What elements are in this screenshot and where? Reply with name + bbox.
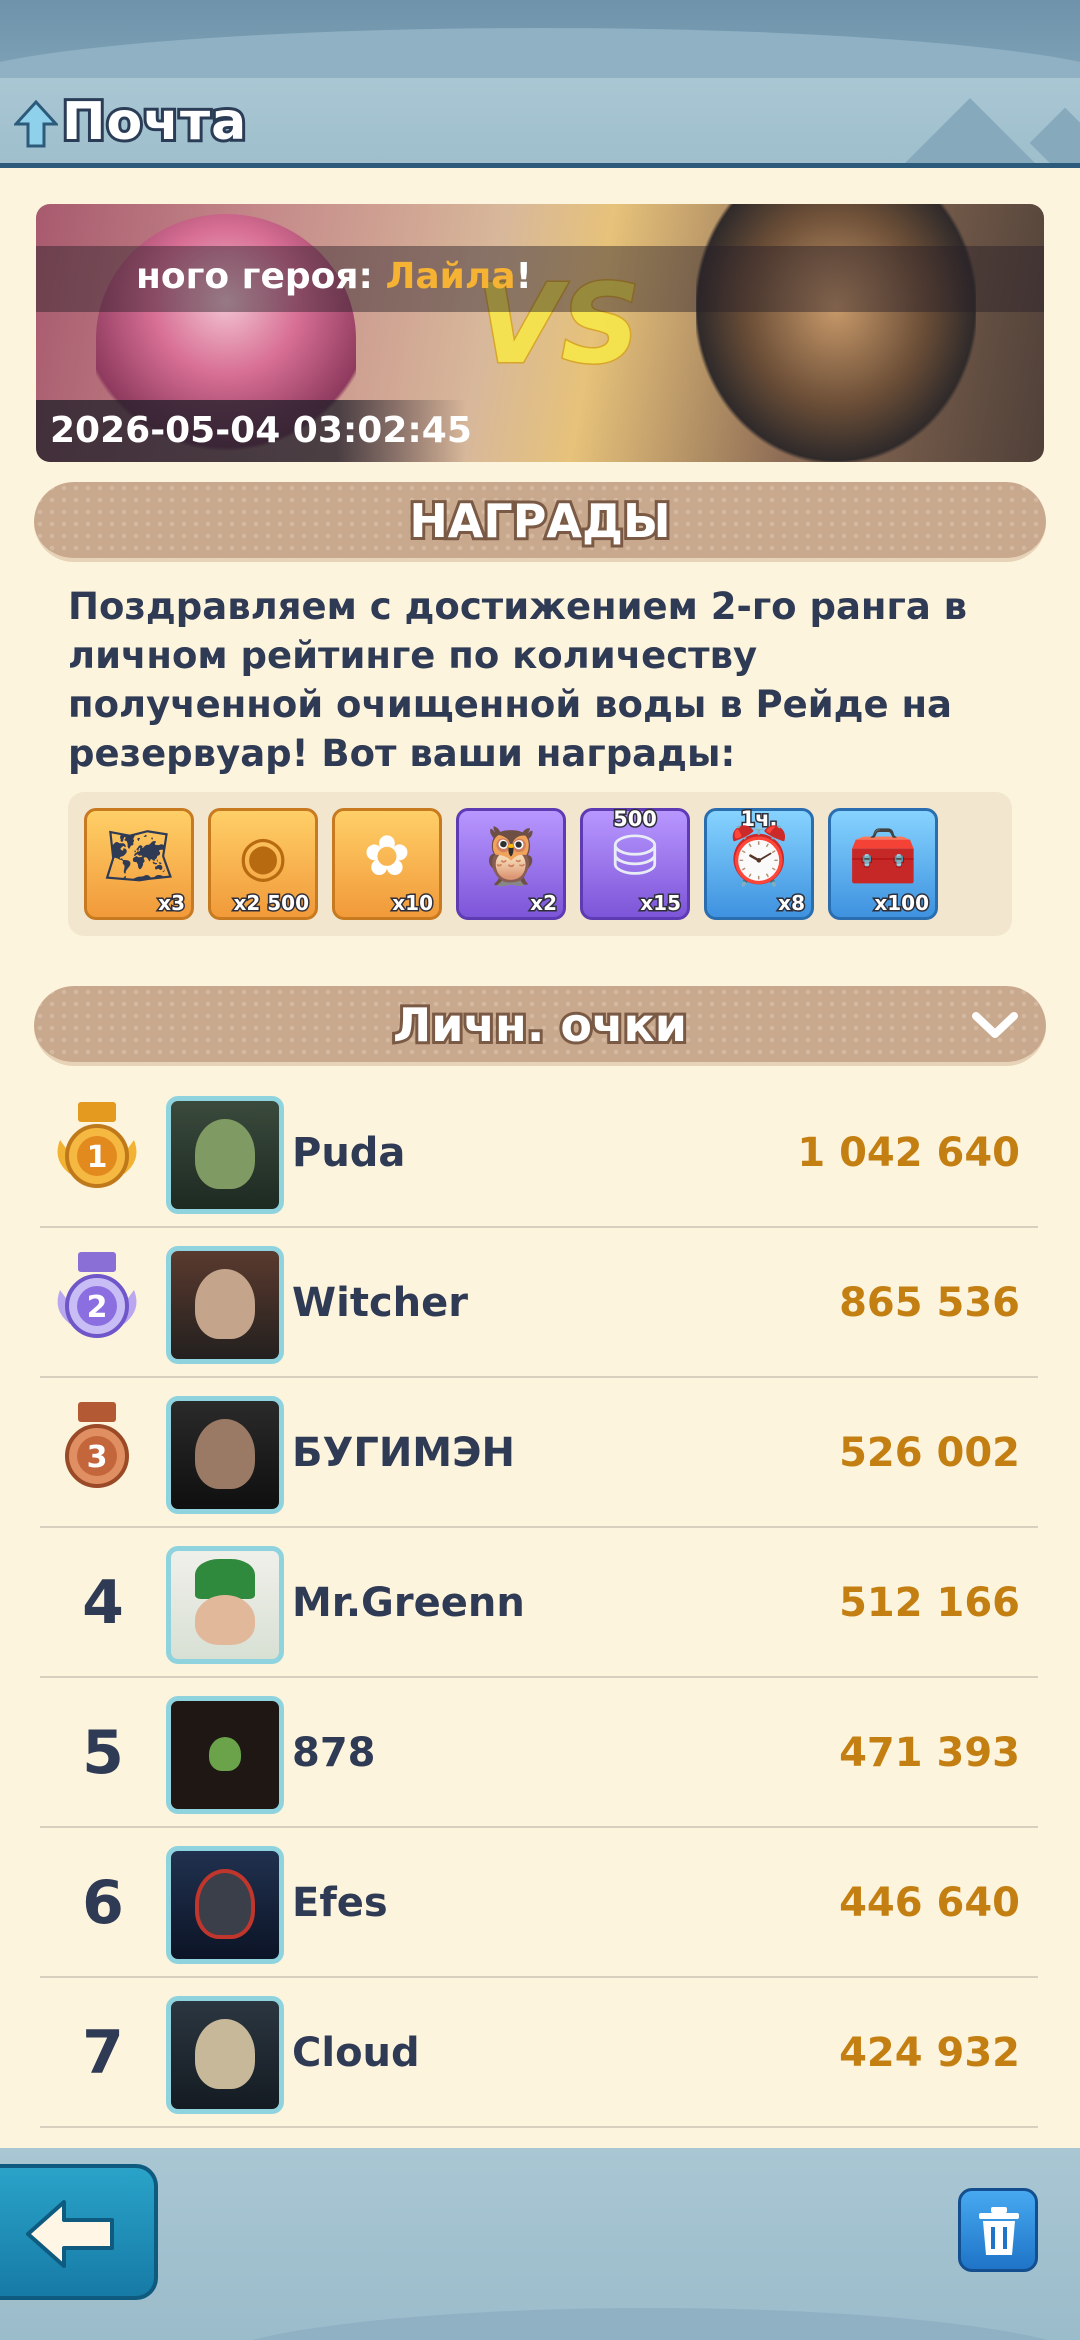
leaderboard-section-title: Личн. очки [390, 995, 690, 1055]
gear-token-icon: ✿ [363, 824, 411, 889]
reward-qty: x15 [639, 890, 683, 917]
avatar [166, 1096, 284, 1214]
player-name: 878 [292, 1730, 376, 1776]
avatar [166, 1246, 284, 1364]
avatar [166, 1396, 284, 1514]
reward-item-map-scroll[interactable]: 🗺 x3 [84, 808, 194, 920]
rank-number: 7 [82, 2018, 124, 2088]
player-score: 512 166 [839, 1580, 1020, 1626]
reward-item-silver-coins[interactable]: 500 ⛁ x15 [580, 806, 690, 920]
mail-header: Почта [0, 78, 1080, 168]
back-arrow-icon [26, 2200, 114, 2268]
reward-item-speedup-clock[interactable]: 1ч. ⏰ x8 [704, 806, 814, 920]
reward-qty: x3 [157, 890, 187, 917]
silver-coins-icon: ⛁ [611, 824, 659, 889]
svg-text:3: 3 [87, 1440, 108, 1475]
player-score: 526 002 [839, 1430, 1020, 1476]
player-name: Puda [292, 1130, 406, 1176]
reward-qty: x10 [391, 890, 435, 917]
avatar [166, 1546, 284, 1664]
leaderboard-row[interactable]: 1 Puda 1 042 640 [40, 1078, 1038, 1228]
leaderboard-row[interactable]: 6 Efes 446 640 [40, 1828, 1038, 1978]
leaderboard-row[interactable]: 7 Cloud 424 932 [40, 1978, 1038, 2128]
reward-qty: x2 [529, 890, 559, 917]
avatar [166, 1846, 284, 1964]
reward-item-gear-token[interactable]: ✿ x10 [332, 808, 442, 920]
map-scroll-icon: 🗺 [103, 824, 175, 889]
gold-medal-icon: 1 [57, 1102, 137, 1188]
reward-qty: x8 [777, 890, 807, 917]
svg-text:2: 2 [87, 1290, 108, 1325]
svg-text:1: 1 [87, 1140, 108, 1175]
player-score: 865 536 [839, 1280, 1020, 1326]
player-score: 446 640 [839, 1880, 1020, 1926]
player-name: Cloud [292, 2030, 420, 2076]
leaderboard-row[interactable]: 2 Witcher 865 536 [40, 1228, 1038, 1378]
silver-medal-icon: 2 [57, 1252, 137, 1338]
player-score: 1 042 640 [797, 1130, 1020, 1176]
player-name: Efes [292, 1880, 388, 1926]
gold-coin-icon: ◉ [238, 824, 288, 889]
owl-pet-icon: 🦉 [476, 824, 546, 889]
banner-caption: ного героя: Лайла! [136, 256, 532, 297]
leaderboard-row[interactable]: 4 Mr.Greenn 512 166 [40, 1528, 1038, 1678]
leaderboard-row[interactable]: 3 БУГИМЭН 526 002 [40, 1378, 1038, 1528]
bottom-bar [0, 2148, 1080, 2340]
reward-item-resource-crate[interactable]: 🧰 x100 [828, 808, 938, 920]
reward-item-owl-pet[interactable]: 🦉 x2 [456, 808, 566, 920]
rewards-section-title: НАГРАДЫ [406, 491, 673, 551]
chevron-down-icon[interactable] [970, 1006, 1020, 1046]
mail-message: Поздравляем с достижением 2-го ранга в л… [68, 585, 968, 775]
leaderboard-row[interactable]: 5 878 471 393 [40, 1678, 1038, 1828]
leaderboard-section-header[interactable]: Личн. очки [34, 986, 1046, 1066]
back-button[interactable] [0, 2164, 158, 2300]
player-name: Witcher [292, 1280, 468, 1326]
mountain-decor [900, 98, 1040, 163]
rewards-section-header: НАГРАДЫ [34, 482, 1046, 562]
up-arrow-icon [14, 100, 58, 148]
resource-crate-icon: 🧰 [848, 824, 918, 889]
delete-mail-button[interactable] [958, 2188, 1038, 2272]
player-score: 471 393 [839, 1730, 1020, 1776]
rewards-list: 🗺 x3 ◉ x2 500 ✿ x10 🦉 x2 500 ⛁ x15 1ч. ⏰… [68, 792, 1012, 936]
reward-qty: x100 [873, 890, 931, 917]
rank-number: 5 [82, 1718, 124, 1788]
bronze-medal-icon: 3 [65, 1402, 129, 1488]
speedup-clock-icon: ⏰ [724, 824, 794, 889]
page-title: Почта [59, 89, 249, 155]
avatar [166, 1996, 284, 2114]
caption-suffix: ! [515, 256, 532, 297]
mail-date: 2026-05-04 03:02:45 [50, 410, 472, 451]
player-name: БУГИМЭН [292, 1430, 515, 1476]
top-decor-strip [0, 0, 1080, 80]
event-banner[interactable]: VS ного героя: Лайла! 2026-05-04 03:02:4… [36, 204, 1044, 462]
caption-hero-name: Лайла [385, 256, 516, 297]
reward-item-gold-coin[interactable]: ◉ x2 500 [208, 808, 318, 920]
rank-number: 6 [82, 1868, 124, 1938]
hero-right-art [696, 204, 976, 462]
caption-prefix: ного героя: [136, 256, 386, 297]
player-name: Mr.Greenn [292, 1580, 525, 1626]
player-score: 424 932 [839, 2030, 1020, 2076]
rank-number: 4 [82, 1568, 124, 1638]
avatar [166, 1696, 284, 1814]
trash-icon [979, 2207, 1019, 2255]
reward-qty: x2 500 [232, 890, 311, 917]
